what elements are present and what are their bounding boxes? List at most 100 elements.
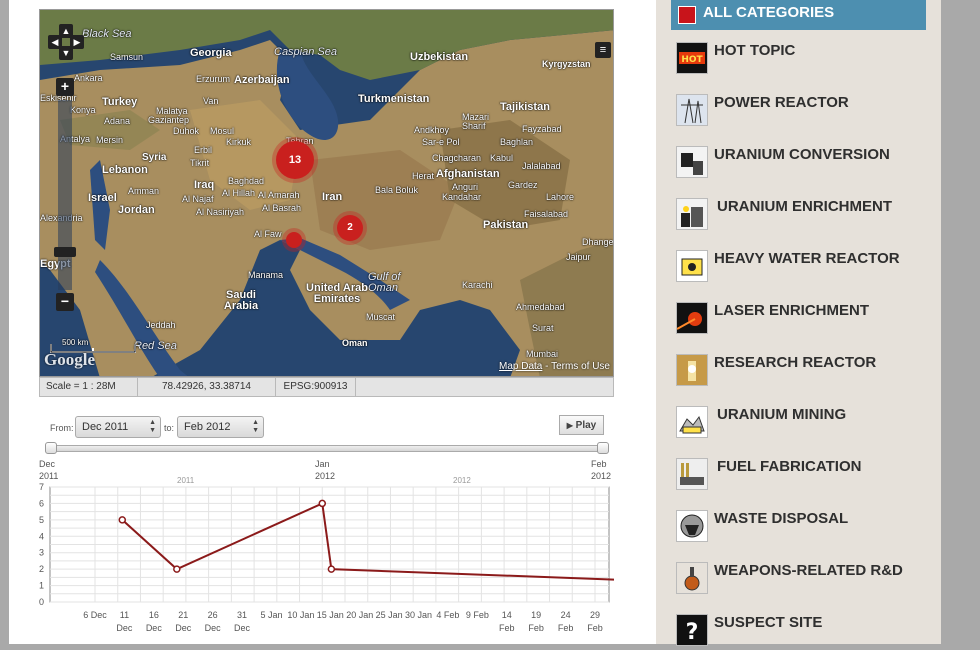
city-label: Muscat [366,312,396,322]
category-item[interactable]: FUEL FABRICATION [676,458,926,492]
country-label: Iraq [194,179,215,191]
country-label: Iran [322,191,343,203]
zoom-out-button[interactable]: − [56,293,74,311]
events-line-chart: 0 1 2 3 4 5 6 7 6 Dec 11 Dec 16 Dec 21 Dec 26 Dec 31 Dec 5 … [39,482,614,633]
y-tick-label: 4 [39,531,44,541]
city-label: Baghlan [500,137,534,147]
x-tick-sublabel: Dec [175,623,192,633]
play-icon: ▶ [566,421,573,430]
research-reactor-icon [676,354,708,386]
category-item[interactable]: LASER ENRICHMENT [676,302,926,336]
data-point[interactable] [173,565,181,573]
category-item[interactable]: POWER REACTOR [676,94,926,128]
data-point[interactable] [318,499,327,508]
to-label: to: [164,423,175,433]
y-tick-label: 5 [39,515,44,525]
country-label: Jordan [118,204,155,216]
zoom-slider-thumb[interactable] [54,247,76,257]
x-tick-sublabel: Dec [234,623,251,633]
pan-control[interactable]: ▲ ◀ ▶ ▼ [48,24,84,60]
category-label: HOT TOPIC [714,42,796,59]
scale-bar-label: 500 km [62,338,89,347]
google-logo: Google [44,350,95,369]
category-label: URANIUM ENRICHMENT [717,198,892,215]
layers-icon[interactable]: ≡ [595,42,611,58]
country-label: Uzbekistan [410,51,469,63]
play-button[interactable]: ▶ Play [559,415,604,435]
from-date-select[interactable]: Dec 2011 ▲ ▼ [75,416,161,438]
city-label: Kabul [490,153,514,163]
map-data-link[interactable]: Map Data [499,361,542,372]
zoom-slider[interactable] [54,100,76,290]
city-label: Al Najaf [182,194,214,204]
y-tick-label: 2 [39,564,44,574]
time-range-end-handle[interactable] [597,442,609,454]
map-cluster-marker[interactable]: 2 [337,215,363,241]
city-label: Surat [532,323,554,333]
category-item[interactable]: HOT HOT TOPIC [676,42,926,76]
category-label: FUEL FABRICATION [717,458,862,475]
city-label: Erzurum [196,74,231,84]
map-cluster-marker[interactable]: 13 [276,141,314,179]
laser-enrichment-icon [676,302,708,334]
category-item[interactable]: WASTE DISPOSAL [676,510,926,544]
to-date-select[interactable]: Feb 2012 ▲ ▼ [177,416,264,438]
power-reactor-icon [676,94,708,126]
country-label: Turkmenistan [358,93,430,105]
category-item[interactable]: ? SUSPECT SITE [676,614,926,648]
city-label: Konya [70,105,96,115]
time-range-start-handle[interactable] [45,442,57,454]
all-categories-label: ALL CATEGORIES [703,4,835,21]
x-tick-label: 6 Dec [83,610,107,620]
pan-down-icon[interactable]: ▼ [59,46,73,60]
city-label: Kirkuk [226,137,252,147]
data-point[interactable] [118,516,127,524]
category-item[interactable]: URANIUM ENRICHMENT [676,198,926,232]
x-tick-label: 19 [531,610,541,620]
country-label: Lebanon [102,164,148,176]
category-item[interactable]: URANIUM CONVERSION [676,146,926,180]
x-tick-label: 26 [208,610,218,620]
country-label: Oman [342,338,368,348]
category-label: URANIUM CONVERSION [714,146,890,163]
data-point[interactable] [327,565,336,573]
country-label: Azerbaijan [234,74,290,86]
svg-text:HOT: HOT [681,55,703,65]
time-range-slider[interactable] [50,445,604,452]
x-tick-label: 21 [178,610,188,620]
category-item[interactable]: RESEARCH REACTOR [676,354,926,388]
x-tick-sublabel: Feb [558,623,574,633]
city-label: Samsun [110,52,144,62]
category-label: LASER ENRICHMENT [714,302,870,319]
zoom-in-button[interactable]: + [56,78,74,96]
scale-readout: Scale = 1 : 28M [40,378,138,396]
category-item[interactable]: URANIUM MINING [676,406,926,440]
category-label: SUSPECT SITE [714,614,823,631]
city-label: Tikrit [190,158,210,168]
city-label: Al Faw [254,229,282,239]
city-label: Bala Boluk [375,185,419,195]
fuel-fabrication-icon [676,458,708,490]
y-tick-label: 6 [39,498,44,508]
all-categories-button[interactable]: ALL CATEGORIES [671,0,926,30]
terms-of-use-text[interactable]: - Terms of Use [545,361,610,372]
category-item[interactable]: HEAVY WATER REACTOR [676,250,926,284]
weapons-rd-icon [676,562,708,594]
uranium-conversion-icon [676,146,708,178]
x-tick-label: 16 [149,610,159,620]
heavy-water-reactor-icon [676,250,708,282]
category-item[interactable]: WEAPONS-RELATED R&D [676,562,926,596]
category-label: HEAVY WATER REACTOR [714,250,900,267]
x-tick-label: 15 Jan [317,610,344,620]
city-label: Kandahar [442,192,482,202]
map-viewport[interactable]: Black Sea Caspian Sea Red Sea Gulf of Om… [39,9,614,377]
map-point-marker[interactable] [286,232,302,248]
map-status-bar: Scale = 1 : 28M 78.42926, 33.38714 EPSG:… [39,377,614,397]
suspect-site-icon: ? [676,614,708,646]
coordinate-readout: 78.42926, 33.38714 [138,378,276,396]
category-label: WASTE DISPOSAL [714,510,849,527]
waste-disposal-icon [676,510,708,542]
city-label: Duhok [173,126,200,136]
y-tick-label: 0 [39,597,44,607]
country-label: United Arab Emirates [306,282,368,305]
